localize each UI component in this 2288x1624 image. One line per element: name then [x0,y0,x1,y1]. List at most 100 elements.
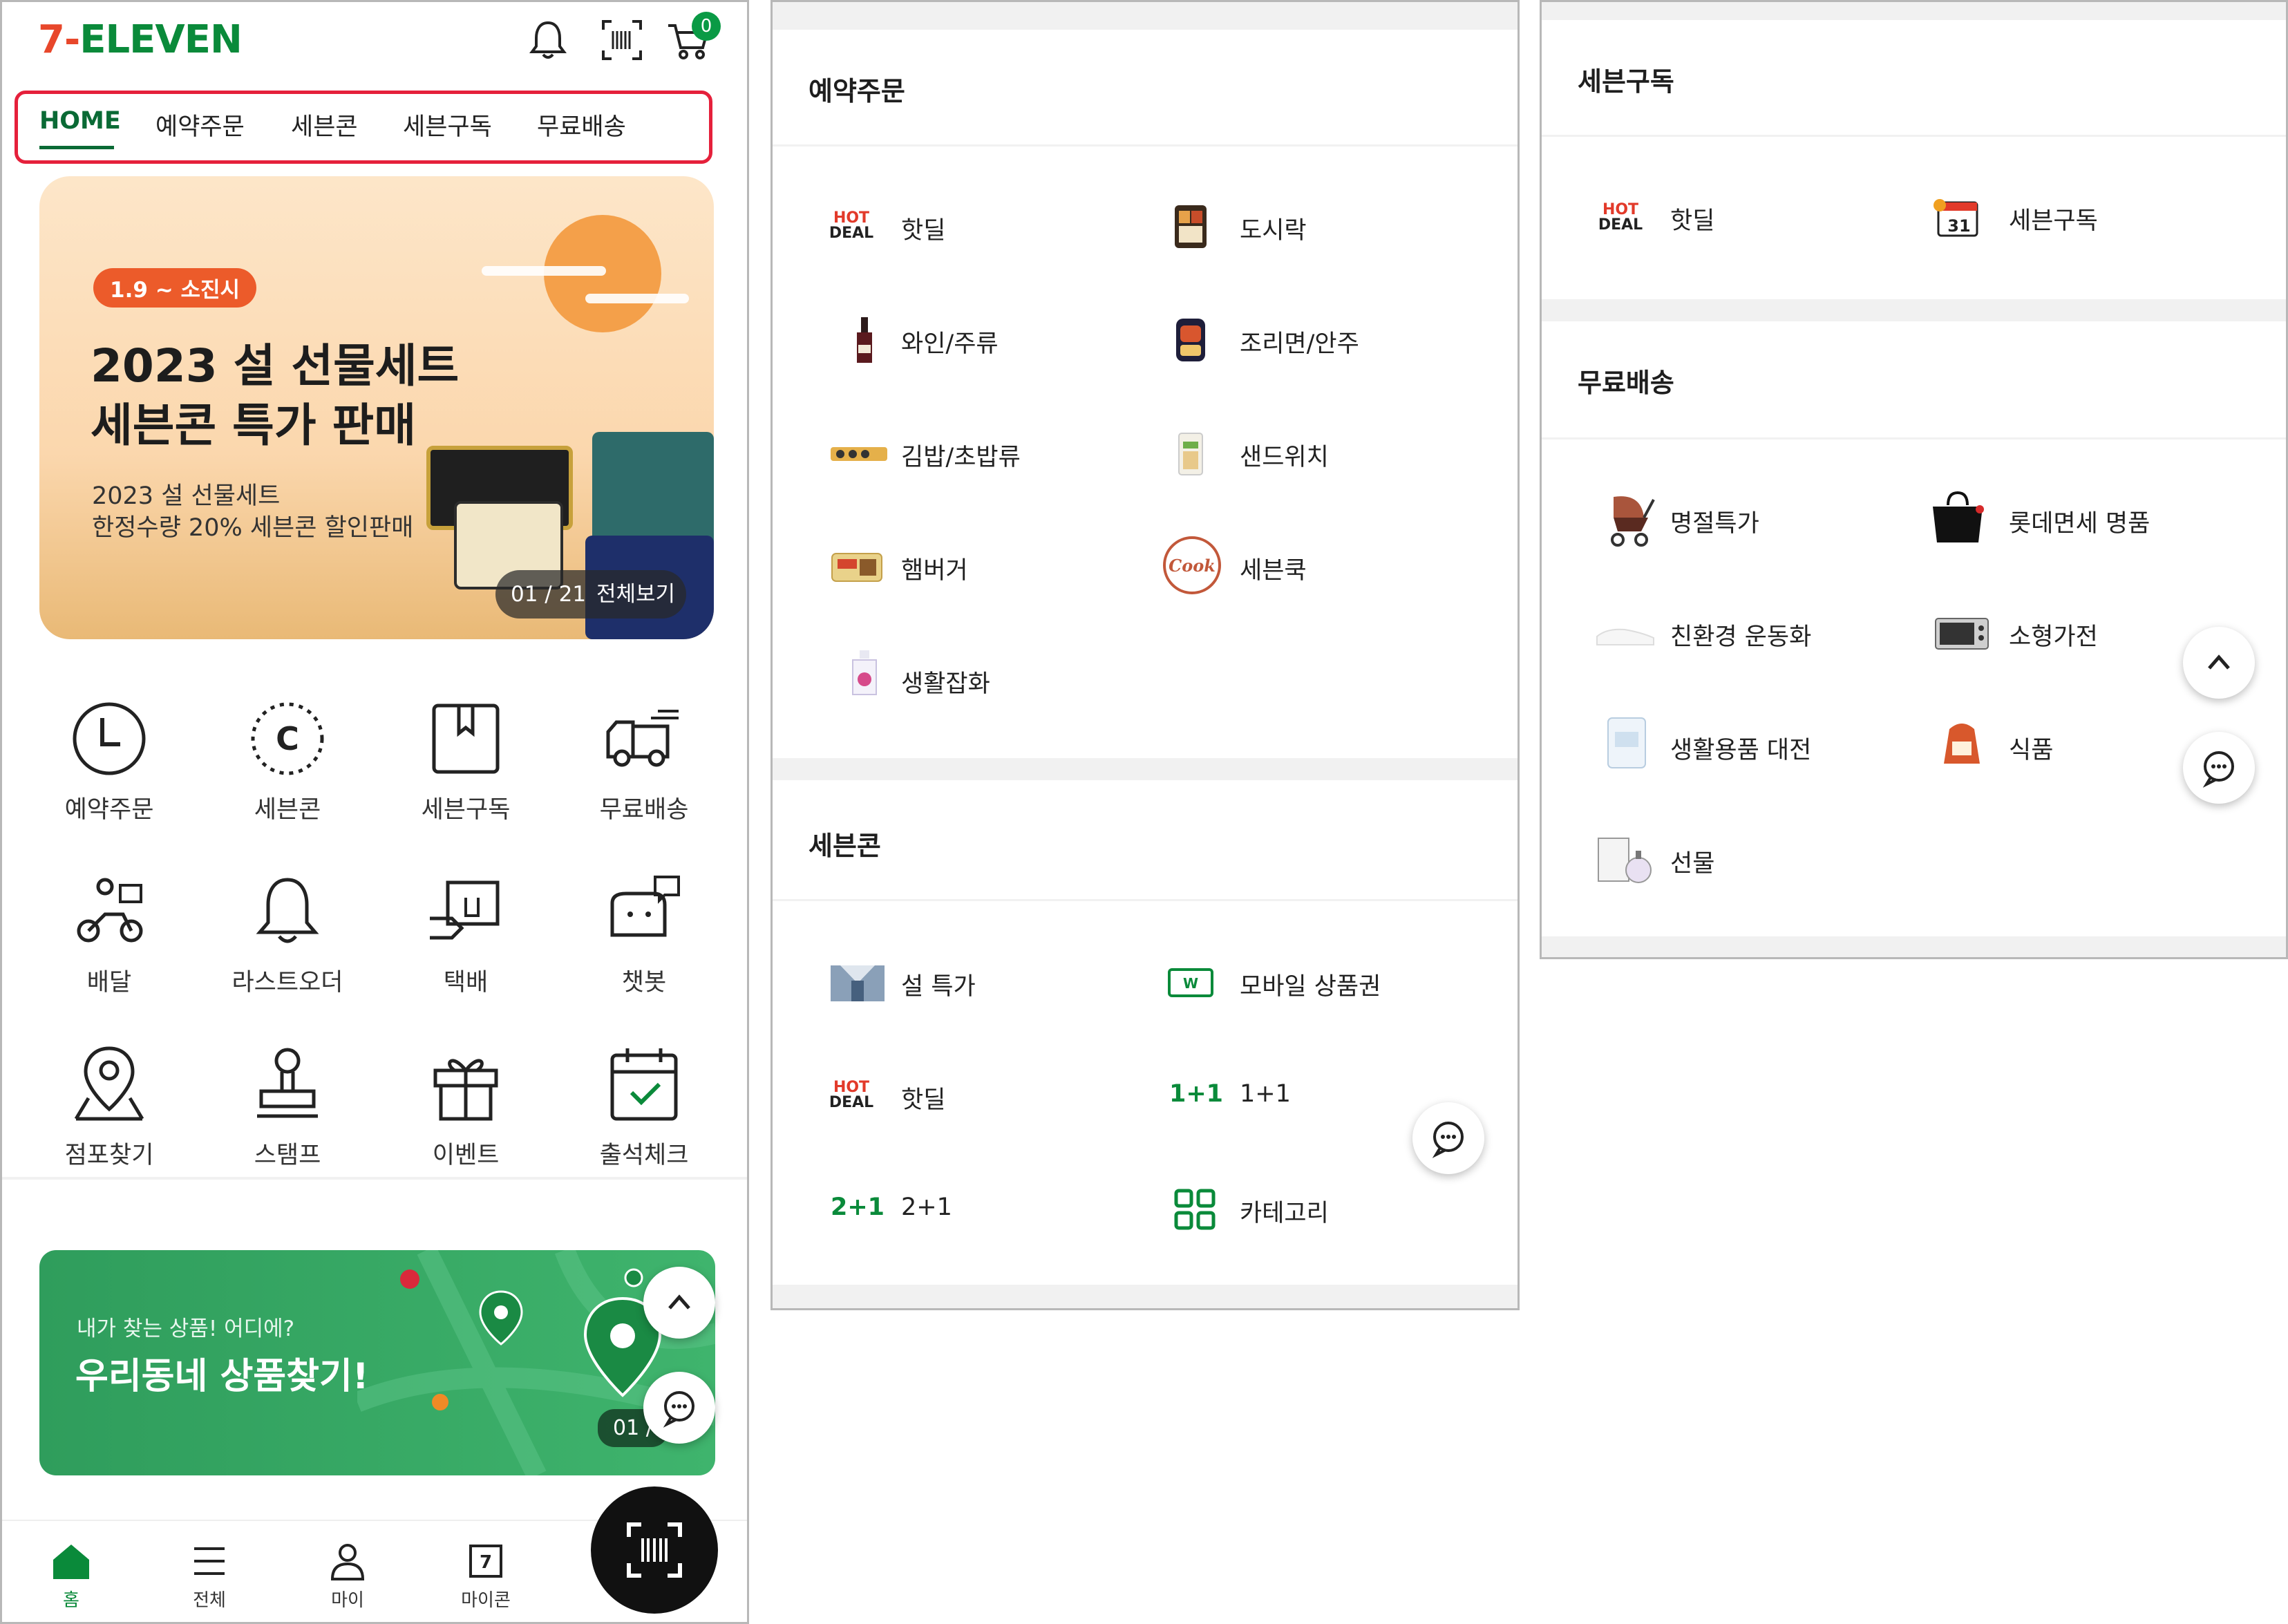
reserve-item-household[interactable]: 생활잡화 [901,664,990,699]
mobile-voucher-icon: W [1168,968,1213,997]
delivery-item-holiday[interactable]: 명절특가 [1670,504,1759,539]
menu-icon [194,1547,225,1575]
category-grid-icon [1174,1189,1216,1230]
reserve-item-sevencook[interactable]: 세븐쿡 [1240,551,1307,586]
banner-title: 2023 설 선물세트 세븐콘 특가 판매 [91,339,460,452]
subscribe-delivery-screen: 세븐구독 HOT DEAL 핫딜 31 세븐구독 무료배송 명절특가 롯데면세 명… [1540,0,2288,959]
tab-sevencon[interactable]: 세븐콘 [291,107,358,142]
barcode-scan-button[interactable] [591,1486,718,1614]
finder-title: 우리동네 상품찾기! [75,1356,369,1397]
reserve-item-sandwich[interactable]: 샌드위치 [1240,437,1329,473]
nav-all[interactable]: 전체 [168,1542,251,1612]
date-badge: 1.9 ~ 소진시 [93,268,257,308]
quick-chatbot[interactable]: 챗봇 [568,870,720,998]
hotdeal-icon: HOT DEAL [829,1079,874,1111]
bell-icon [256,878,319,943]
subscribe-section-title: 세븐구독 [1578,66,1674,97]
nav-home[interactable]: 홈 [30,1542,113,1612]
handbag-icon [1933,491,1984,542]
quick-free-delivery[interactable]: 무료배송 [568,697,720,825]
sevencon-item-2plus1[interactable]: 2+1 [901,1193,952,1221]
lunchbox-icon [1175,205,1207,248]
chat-button[interactable] [2183,732,2255,804]
chat-button[interactable] [1412,1102,1484,1174]
delivery-item-lotte-duty-free[interactable]: 롯데면세 명품 [2009,504,2150,539]
quick-attendance[interactable]: 출석체크 [568,1043,720,1171]
tab-home[interactable]: HOME [39,107,121,135]
sevencon-item-voucher[interactable]: 모바일 상품권 [1240,967,1381,1002]
quick-store-finder[interactable]: 점포찾기 [33,1043,185,1171]
chat-bubble-icon [2202,751,2234,788]
hotdeal-icon: HOT DEAL [1598,201,1643,234]
household-goods-icon [1607,717,1646,768]
barcode-scan-icon[interactable] [598,16,646,64]
quick-subscribe[interactable]: 세븐구독 [390,697,542,825]
chat-button[interactable] [643,1372,715,1444]
svg-text:7: 7 [480,1552,492,1573]
svg-text:C: C [276,720,299,757]
reserve-item-lunchbox[interactable]: 도시락 [1240,211,1307,246]
sevencon-item-1plus1[interactable]: 1+1 [1240,1080,1291,1108]
detergent-icon [852,650,877,695]
stamp-icon [257,1048,318,1118]
scroll-top-button[interactable] [2183,627,2255,699]
chevron-up-icon [2208,654,2230,670]
quick-parcel[interactable]: 택배 [390,870,542,998]
hotdeal-icon: HOT DEAL [829,209,874,242]
quick-event[interactable]: 이벤트 [390,1043,542,1171]
reserve-item-noodle[interactable]: 조리면/안주 [1240,324,1359,359]
seven-eleven-logo[interactable]: 7-ELEVEN [38,17,243,62]
user-icon [330,1544,365,1580]
chat-bubble-icon [663,1391,694,1428]
quick-stamp[interactable]: 스탬프 [211,1043,363,1171]
chevron-up-icon [668,1294,690,1310]
subscribe-item-hotdeal[interactable]: 핫딜 [1670,201,1714,236]
nav-mycon[interactable]: 7 마이콘 [444,1542,527,1612]
reserve-item-wine[interactable]: 와인/주류 [901,324,999,359]
book-icon [432,704,500,774]
delivery-item-small-appliance[interactable]: 소형가전 [2009,617,2098,652]
wine-bottle-icon [857,317,872,363]
promo-banner[interactable]: 1.9 ~ 소진시 2023 설 선물세트 세븐콘 특가 판매 2023 설 선물… [39,176,714,639]
toaster-oven-icon [1935,618,1989,650]
scroll-top-button[interactable] [643,1267,715,1339]
reserve-item-hotdeal[interactable]: 핫딜 [901,211,945,246]
tab-reserve[interactable]: 예약주문 [155,107,245,142]
quick-delivery[interactable]: 배달 [33,870,185,998]
product-finder-banner[interactable]: 내가 찾는 상품! 어디에? 우리동네 상품찾기! 01 / [39,1250,715,1475]
kimbap-icon [831,447,887,461]
reserve-section-title: 예약주문 [809,76,905,106]
one-plus-one-icon: 1+1 [1169,1080,1224,1108]
quick-last-order[interactable]: 라스트오더 [211,870,363,998]
gift-set-icon [831,965,885,1001]
nav-my[interactable]: 마이 [306,1542,389,1612]
delivery-item-eco-sneakers[interactable]: 친환경 운동화 [1670,617,1811,652]
calendar-check-icon [610,1048,678,1121]
subscribe-item-subscribe[interactable]: 세븐구독 [2009,201,2098,236]
quick-reserve[interactable]: 예약주문 [33,697,185,825]
delivery-item-food[interactable]: 식품 [2009,730,2053,766]
quick-sevencon[interactable]: C 세븐콘 [211,697,363,825]
sevencon-item-hotdeal[interactable]: 핫딜 [901,1080,945,1115]
truck-icon [606,710,679,767]
hamburger-icon [831,553,882,582]
view-all-link[interactable]: 전체보기 [596,570,675,619]
noodle-tray-icon [1176,319,1205,361]
stroller-icon [1611,496,1655,547]
sevencon-item-seol[interactable]: 설 특가 [901,967,976,1002]
finder-subtitle: 내가 찾는 상품! 어디에? [77,1316,295,1341]
reserve-item-hamburger[interactable]: 햄버거 [901,551,968,586]
sevencon-section-title: 세븐콘 [809,831,881,861]
tab-free-delivery[interactable]: 무료배송 [537,107,626,142]
delivery-item-household-fair[interactable]: 생활용품 대전 [1670,730,1811,766]
bell-icon[interactable] [524,16,572,64]
reserve-item-kimbap[interactable]: 김밥/초밥류 [901,437,1021,473]
delivery-item-gift[interactable]: 선물 [1670,844,1714,879]
seven-cook-icon: Cook [1163,536,1221,594]
tab-subscribe[interactable]: 세븐구독 [403,107,492,142]
svg-text:31: 31 [1947,216,1970,236]
coupon-c-icon: C [251,702,324,775]
sevencon-item-category[interactable]: 카테고리 [1240,1193,1329,1229]
banner-pager[interactable]: 01 / 21 전체보기 [495,570,686,619]
coupon-7-icon: 7 [469,1545,502,1578]
